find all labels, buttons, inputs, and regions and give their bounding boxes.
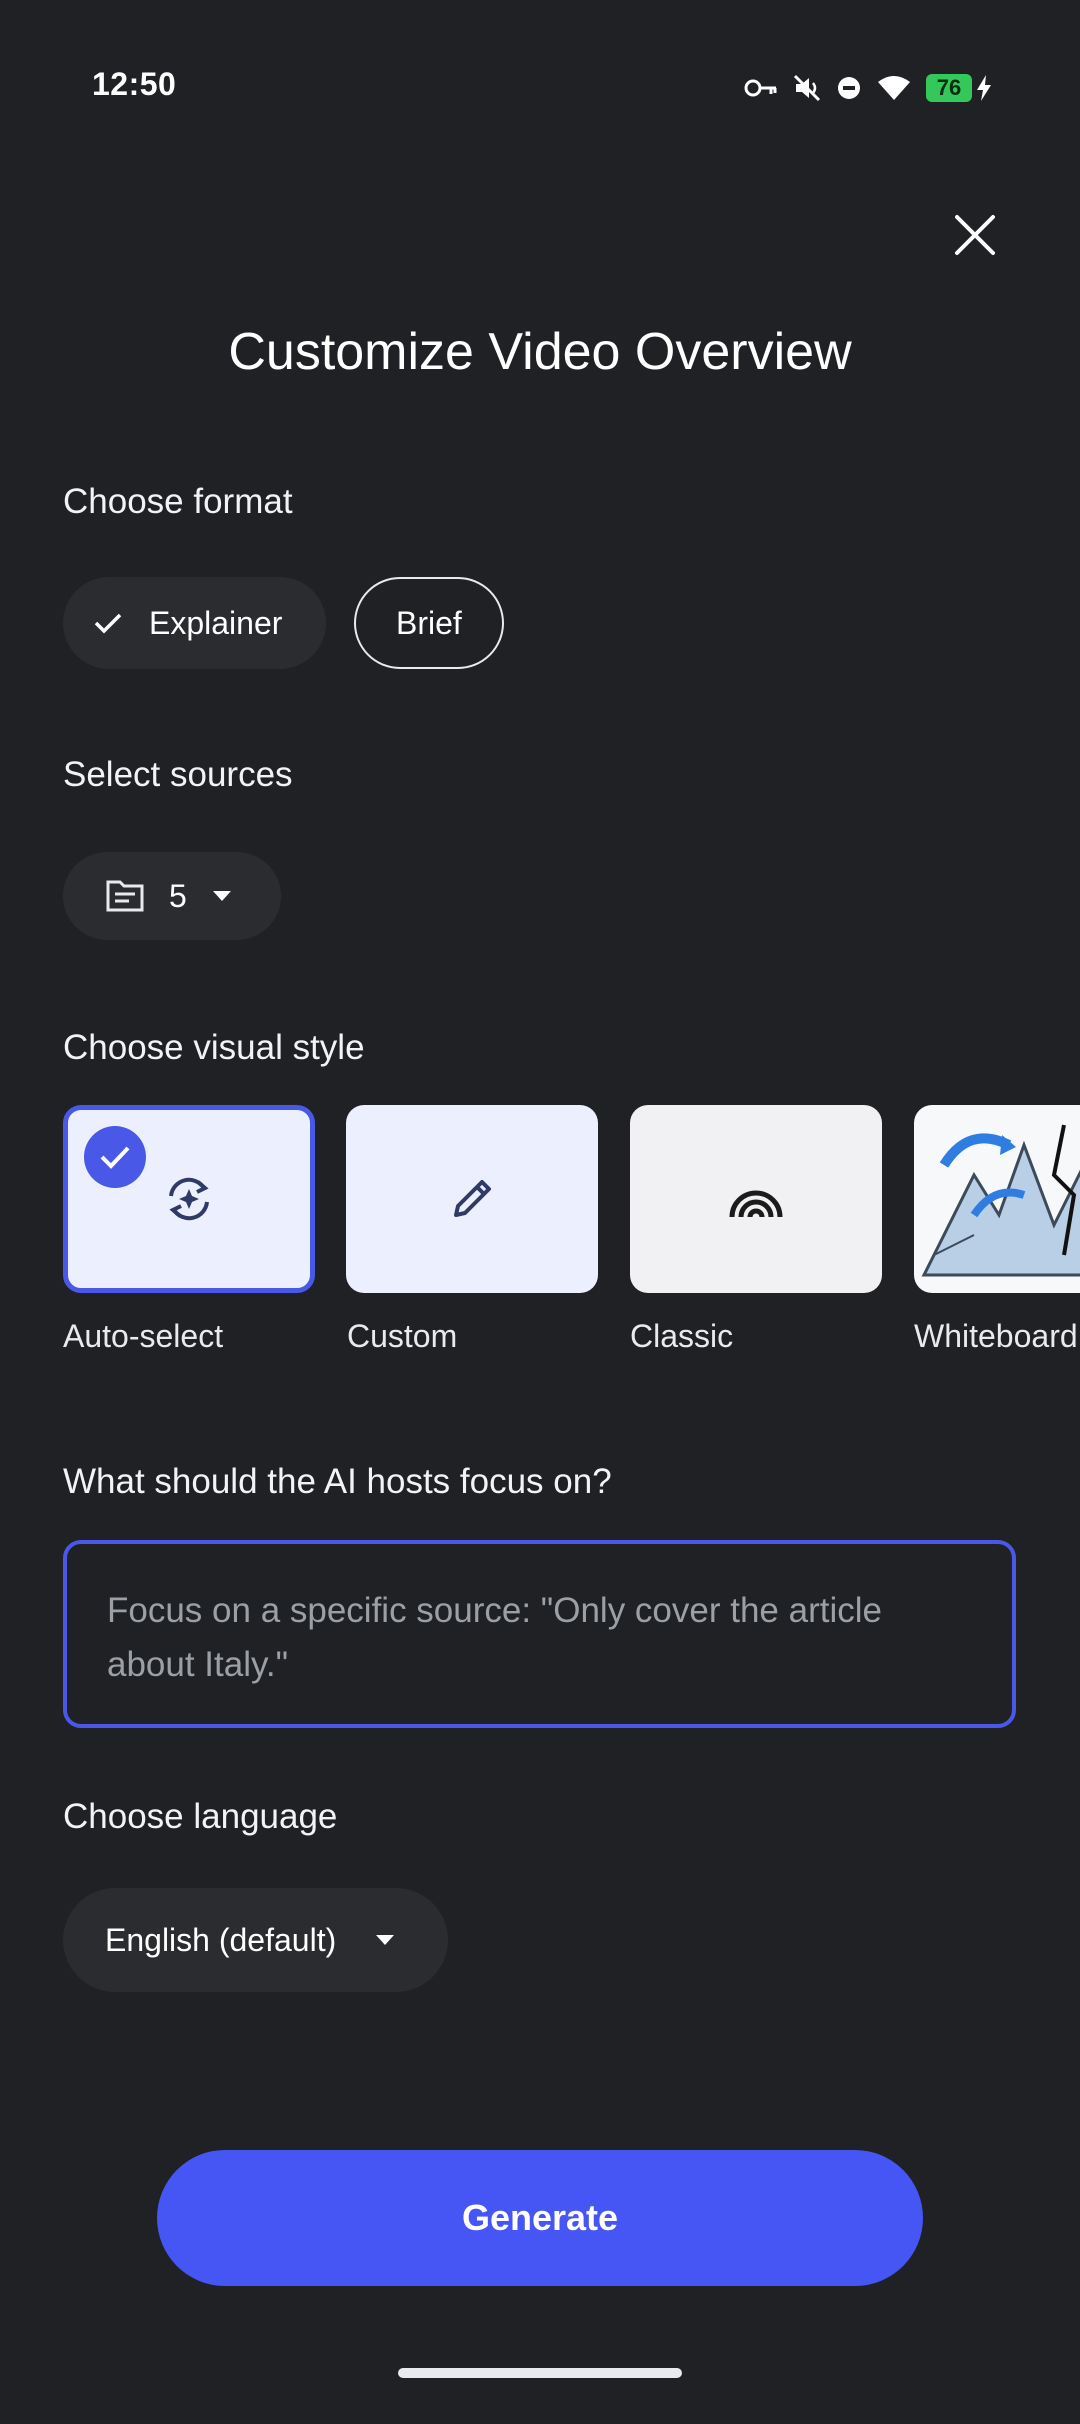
chevron-down-icon: [376, 1935, 395, 1945]
do-not-disturb-icon: [836, 75, 862, 101]
style-card-auto-select[interactable]: [63, 1105, 315, 1293]
visual-style-section-label: Choose visual style: [63, 1028, 365, 1067]
auto-select-icon: [169, 1177, 209, 1221]
sources-count: 5: [169, 877, 187, 914]
classic-arcs-icon: [729, 1190, 783, 1218]
style-label-auto-select: Auto-select: [63, 1318, 224, 1354]
language-section-label: Choose language: [63, 1797, 338, 1836]
chevron-down-icon: [212, 891, 231, 901]
style-card-classic[interactable]: [630, 1105, 882, 1293]
key-icon: [744, 76, 778, 100]
format-chip-explainer[interactable]: Explainer: [63, 577, 327, 669]
format-section-label: Choose format: [63, 482, 293, 521]
close-button[interactable]: [946, 206, 1004, 264]
focus-section-label: What should the AI hosts focus on?: [63, 1462, 612, 1501]
format-chip-label: Explainer: [149, 604, 283, 641]
status-icons: 76: [744, 66, 992, 110]
style-card-whiteboard[interactable]: [914, 1105, 1080, 1293]
language-selected: English (default): [105, 1921, 337, 1958]
charging-icon: [977, 75, 991, 101]
battery-icon: 76: [926, 74, 992, 102]
style-card-custom[interactable]: [346, 1105, 598, 1293]
format-chip-brief[interactable]: Brief: [354, 577, 504, 669]
sources-section-label: Select sources: [63, 755, 293, 794]
selected-check-icon: [84, 1126, 146, 1188]
style-label-whiteboard: Whiteboard: [914, 1318, 1078, 1354]
status-time: 12:50: [92, 66, 177, 102]
home-indicator[interactable]: [398, 2368, 682, 2378]
battery-level: 76: [926, 74, 972, 102]
whiteboard-thumbnail: [921, 1124, 1080, 1277]
pencil-icon: [454, 1180, 491, 1217]
sources-dropdown[interactable]: 5: [63, 852, 281, 940]
page-title: Customize Video Overview: [228, 323, 852, 381]
focus-input[interactable]: Focus on a specific source: "Only cover …: [63, 1540, 1016, 1728]
format-chip-label: Brief: [396, 604, 462, 641]
customize-video-overview-screen: 12:50 76 Customize Video Overview Choose…: [0, 0, 1080, 2424]
close-icon: [955, 215, 995, 255]
sources-document-icon: [106, 880, 144, 912]
checkmark-icon: [94, 613, 122, 634]
wifi-icon: [876, 74, 912, 102]
language-dropdown[interactable]: English (default): [63, 1888, 449, 1992]
generate-button[interactable]: Generate: [157, 2150, 923, 2286]
style-label-classic: Classic: [630, 1318, 734, 1354]
mute-icon: [792, 73, 822, 103]
style-label-custom: Custom: [347, 1318, 458, 1354]
